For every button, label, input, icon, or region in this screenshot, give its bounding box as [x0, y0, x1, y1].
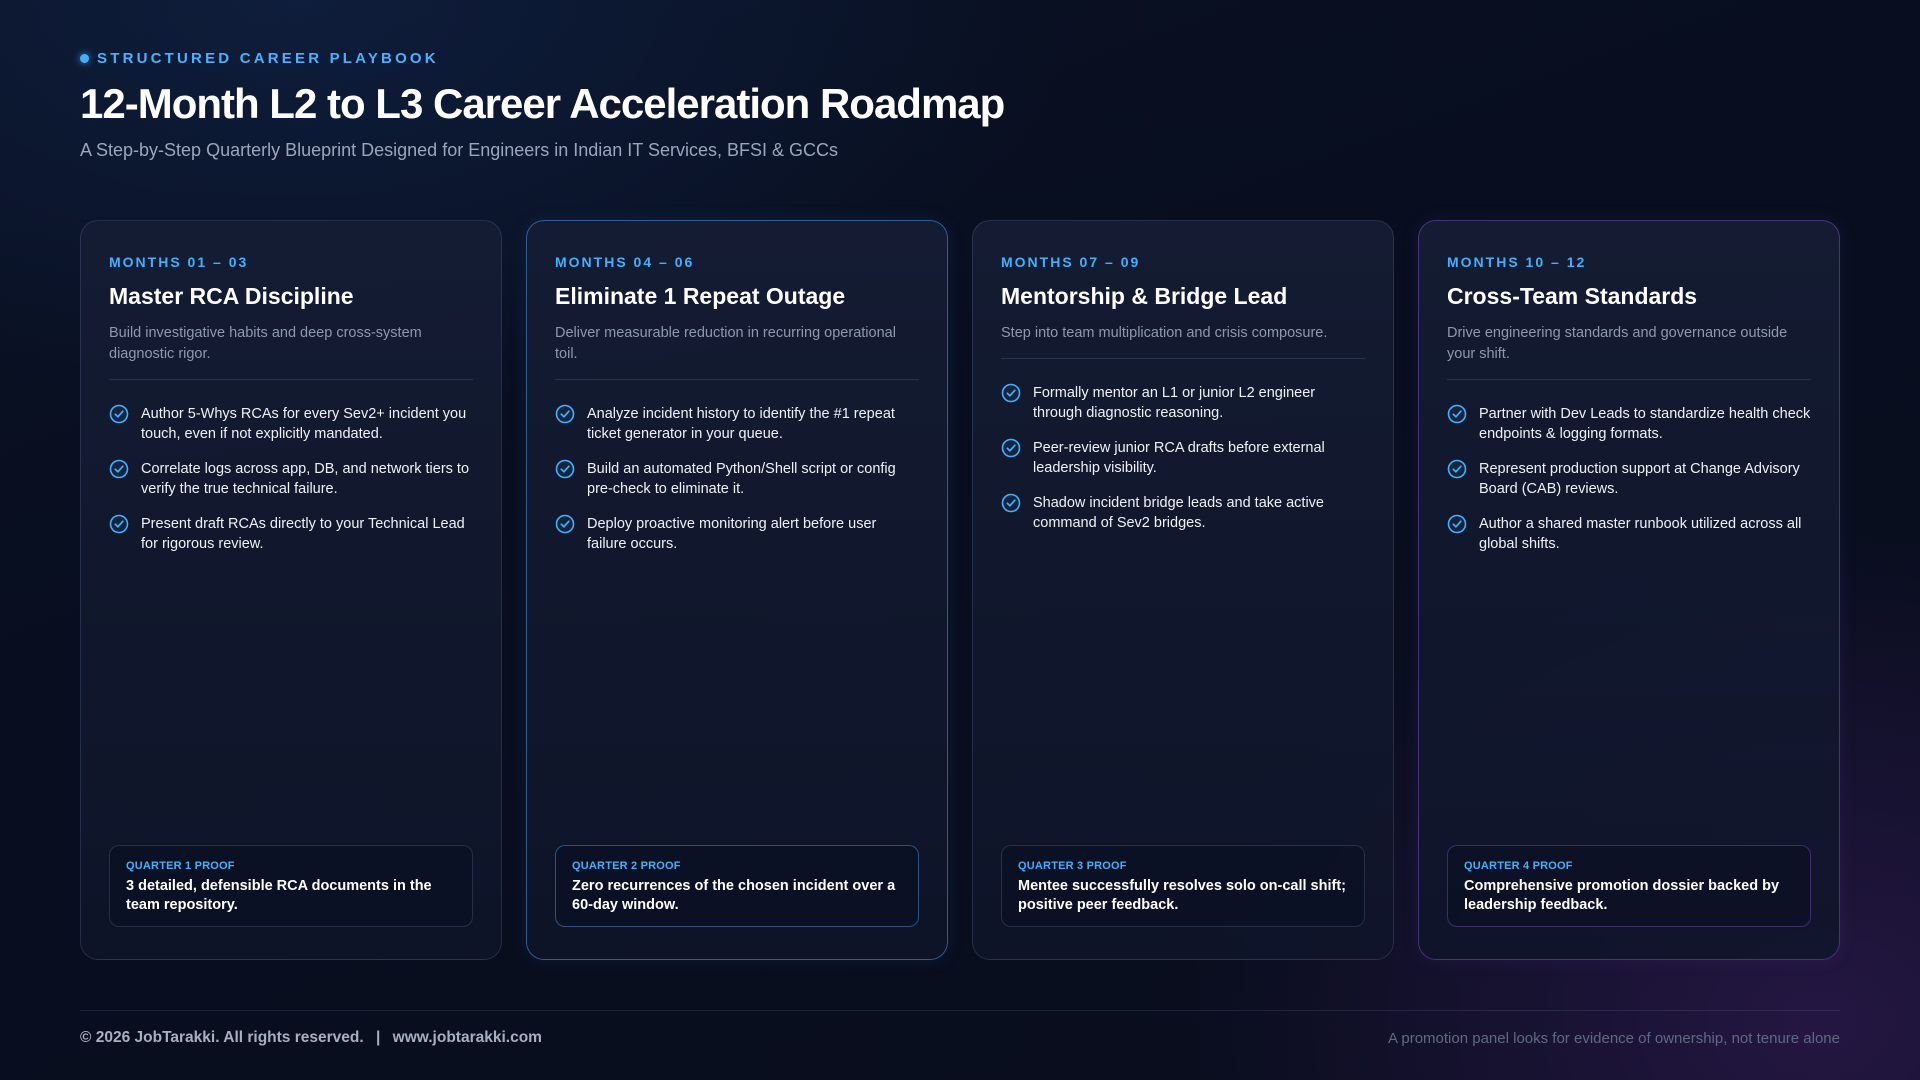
card-description: Step into team multiplication and crisis… [1001, 325, 1328, 341]
list-item: Represent production support at Change A… [1447, 459, 1811, 499]
roadmap-card-q2: MONTHS 04 – 06 Eliminate 1 Repeat Outage… [526, 220, 948, 960]
quarter-proof: QUARTER 3 PROOF Mentee successfully reso… [1001, 845, 1365, 927]
roadmap-card-q1: MONTHS 01 – 03 Master RCA Discipline Bui… [80, 220, 502, 960]
eyebrow: STRUCTURED CAREER PLAYBOOK [80, 48, 1840, 68]
check-circle-icon [1001, 493, 1021, 513]
footer-row: © 2026 JobTarakki. All rights reserved. … [80, 1011, 1840, 1047]
card-checklist: Analyze incident history to identify the… [555, 404, 919, 554]
card-divider [109, 379, 473, 380]
list-item-text: Partner with Dev Leads to standardize he… [1479, 406, 1811, 442]
card-months: MONTHS 01 – 03 [109, 254, 249, 270]
footer-separator: | [375, 1029, 381, 1046]
list-item: Shadow incident bridge leads and take ac… [1001, 493, 1365, 533]
list-item-text: Represent production support at Change A… [1479, 461, 1800, 497]
proof-text: Comprehensive promotion dossier backed b… [1464, 878, 1780, 913]
list-item-text: Build an automated Python/Shell script o… [587, 461, 896, 497]
list-item: Correlate logs across app, DB, and netwo… [109, 459, 473, 499]
quarter-proof: QUARTER 4 PROOF Comprehensive promotion … [1447, 845, 1811, 927]
list-item-text: Author a shared master runbook utilized … [1479, 516, 1802, 552]
proof-label: QUARTER 2 PROOF [572, 860, 681, 872]
list-item-text: Author 5-Whys RCAs for every Sev2+ incid… [141, 406, 467, 442]
proof-text: 3 detailed, defensible RCA documents in … [126, 878, 432, 913]
check-circle-icon [1447, 404, 1467, 424]
proof-text: Zero recurrences of the chosen incident … [572, 878, 896, 913]
footer-tagline: A promotion panel looks for evidence of … [1388, 1029, 1840, 1047]
list-item: Deploy proactive monitoring alert before… [555, 514, 919, 554]
page-title: 12-Month L2 to L3 Career Acceleration Ro… [80, 80, 1005, 127]
list-item: Author 5-Whys RCAs for every Sev2+ incid… [109, 404, 473, 444]
card-description: Deliver measurable reduction in recurrin… [555, 325, 896, 362]
list-item-text: Formally mentor an L1 or junior L2 engin… [1033, 385, 1316, 421]
list-item-text: Correlate logs across app, DB, and netwo… [141, 461, 470, 497]
card-divider [1447, 379, 1811, 380]
roadmap-cards: MONTHS 01 – 03 Master RCA Discipline Bui… [80, 220, 1840, 960]
check-circle-icon [555, 459, 575, 479]
quarter-proof: QUARTER 1 PROOF 3 detailed, defensible R… [109, 845, 473, 927]
footer-left: © 2026 JobTarakki. All rights reserved. … [80, 1029, 542, 1047]
check-circle-icon [1001, 383, 1021, 403]
card-description: Build investigative habits and deep cros… [109, 325, 422, 362]
header: STRUCTURED CAREER PLAYBOOK 12-Month L2 t… [80, 48, 1840, 162]
page-subtitle: A Step-by-Step Quarterly Blueprint Desig… [80, 140, 839, 160]
check-circle-icon [109, 404, 129, 424]
check-circle-icon [1001, 438, 1021, 458]
card-months: MONTHS 07 – 09 [1001, 254, 1141, 270]
list-item-text: Shadow incident bridge leads and take ac… [1033, 495, 1324, 531]
card-months: MONTHS 10 – 12 [1447, 254, 1587, 270]
copyright-text: © 2026 JobTarakki. All rights reserved. [80, 1029, 364, 1046]
card-title: Eliminate 1 Repeat Outage [555, 283, 846, 309]
roadmap-card-q3: MONTHS 07 – 09 Mentorship & Bridge Lead … [972, 220, 1394, 960]
card-checklist: Formally mentor an L1 or junior L2 engin… [1001, 383, 1365, 533]
list-item: Present draft RCAs directly to your Tech… [109, 514, 473, 554]
eyebrow-label: STRUCTURED CAREER PLAYBOOK [97, 49, 439, 67]
card-description: Drive engineering standards and governan… [1447, 325, 1788, 362]
list-item-text: Present draft RCAs directly to your Tech… [141, 516, 465, 552]
card-months: MONTHS 04 – 06 [555, 254, 695, 270]
footer: © 2026 JobTarakki. All rights reserved. … [80, 1010, 1840, 1047]
list-item: Analyze incident history to identify the… [555, 404, 919, 444]
check-circle-icon [555, 514, 575, 534]
list-item: Peer-review junior RCA drafts before ext… [1001, 438, 1365, 478]
card-checklist: Partner with Dev Leads to standardize he… [1447, 404, 1811, 554]
proof-label: QUARTER 1 PROOF [126, 860, 235, 872]
website-link[interactable]: www.jobtarakki.com [393, 1029, 542, 1046]
list-item-text: Peer-review junior RCA drafts before ext… [1033, 440, 1325, 476]
card-title: Master RCA Discipline [109, 283, 354, 309]
card-checklist: Author 5-Whys RCAs for every Sev2+ incid… [109, 404, 473, 554]
card-divider [555, 379, 919, 380]
list-item: Author a shared master runbook utilized … [1447, 514, 1811, 554]
list-item: Partner with Dev Leads to standardize he… [1447, 404, 1811, 444]
proof-label: QUARTER 4 PROOF [1464, 860, 1573, 872]
card-divider [1001, 358, 1365, 359]
check-circle-icon [1447, 459, 1467, 479]
list-item-text: Deploy proactive monitoring alert before… [587, 516, 877, 552]
list-item: Formally mentor an L1 or junior L2 engin… [1001, 383, 1365, 423]
quarter-proof: QUARTER 2 PROOF Zero recurrences of the … [555, 845, 919, 927]
check-circle-icon [109, 514, 129, 534]
card-title: Cross-Team Standards [1447, 283, 1698, 309]
check-circle-icon [1447, 514, 1467, 534]
dot-icon [80, 53, 89, 63]
check-circle-icon [555, 404, 575, 424]
list-item: Build an automated Python/Shell script o… [555, 459, 919, 499]
proof-text: Mentee successfully resolves solo on-cal… [1018, 878, 1346, 913]
card-title: Mentorship & Bridge Lead [1001, 283, 1288, 309]
proof-label: QUARTER 3 PROOF [1018, 860, 1127, 872]
list-item-text: Analyze incident history to identify the… [587, 406, 895, 442]
roadmap-card-q4: MONTHS 10 – 12 Cross-Team Standards Driv… [1418, 220, 1840, 960]
check-circle-icon [109, 459, 129, 479]
